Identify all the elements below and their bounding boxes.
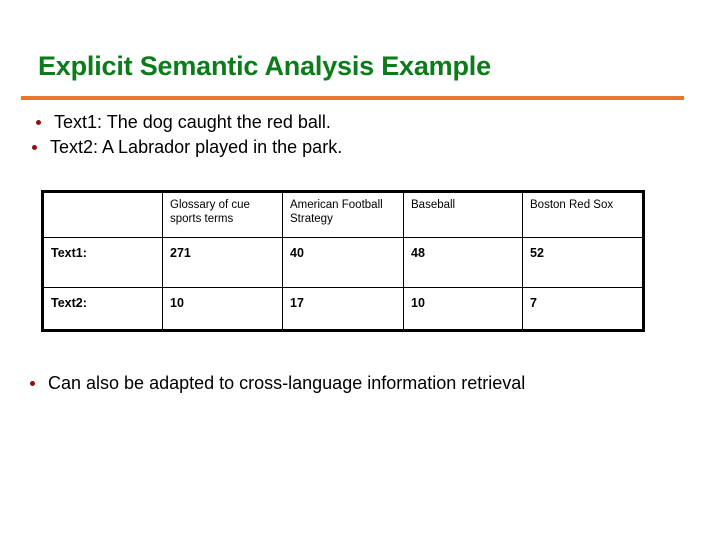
table-cell-value: 10 (403, 287, 523, 331)
page-title: Explicit Semantic Analysis Example (38, 51, 491, 81)
table-header-cell-concept-1: Glossary of cue sports terms (162, 191, 283, 238)
table-row: Text1: 271 40 48 52 (42, 237, 644, 288)
bullet-list-top: Text1: The dog caught the red ball. Text… (30, 110, 690, 160)
table-row: Text2: 10 17 10 7 (42, 287, 644, 331)
bullet-dot-icon (30, 135, 50, 160)
bullet-text: Text1: The dog caught the red ball. (54, 112, 331, 132)
table-cell-value: 17 (282, 287, 404, 331)
esa-score-table-container: Glossary of cue sports terms American Fo… (41, 190, 645, 332)
table-cell-value: 10 (162, 287, 283, 331)
list-item: Text2: A Labrador played in the park. (30, 135, 690, 160)
table-cell-value: 40 (282, 237, 404, 288)
bullet-text: Can also be adapted to cross-language in… (48, 373, 526, 393)
esa-score-table: Glossary of cue sports terms American Fo… (41, 190, 645, 332)
bullet-dot-icon (28, 371, 48, 396)
table-header-cell-concept-2: American Football Strategy (282, 191, 404, 238)
table-cell-value: 271 (162, 237, 283, 288)
table-header-row: Glossary of cue sports terms American Fo… (42, 191, 644, 238)
table-header-cell-concept-3: Baseball (403, 191, 523, 238)
slide-canvas: Explicit Semantic Analysis Example Text1… (0, 0, 720, 540)
table-row-label: Text1: (42, 237, 163, 288)
bullet-list-bottom: Can also be adapted to cross-language in… (28, 371, 688, 396)
table-cell-value: 7 (522, 287, 644, 331)
bullet-dot-icon (34, 110, 54, 135)
table-row-label: Text2: (42, 287, 163, 331)
table-header-cell-concept-4: Boston Red Sox (522, 191, 644, 238)
list-item: Text1: The dog caught the red ball. (34, 110, 690, 135)
list-item: Can also be adapted to cross-language in… (28, 371, 688, 396)
title-divider-rule (21, 96, 684, 100)
table-cell-value: 52 (522, 237, 644, 288)
bullet-text: Text2: A Labrador played in the park. (50, 137, 343, 157)
table-cell-value: 48 (403, 237, 523, 288)
table-header-cell-corner (42, 191, 163, 238)
